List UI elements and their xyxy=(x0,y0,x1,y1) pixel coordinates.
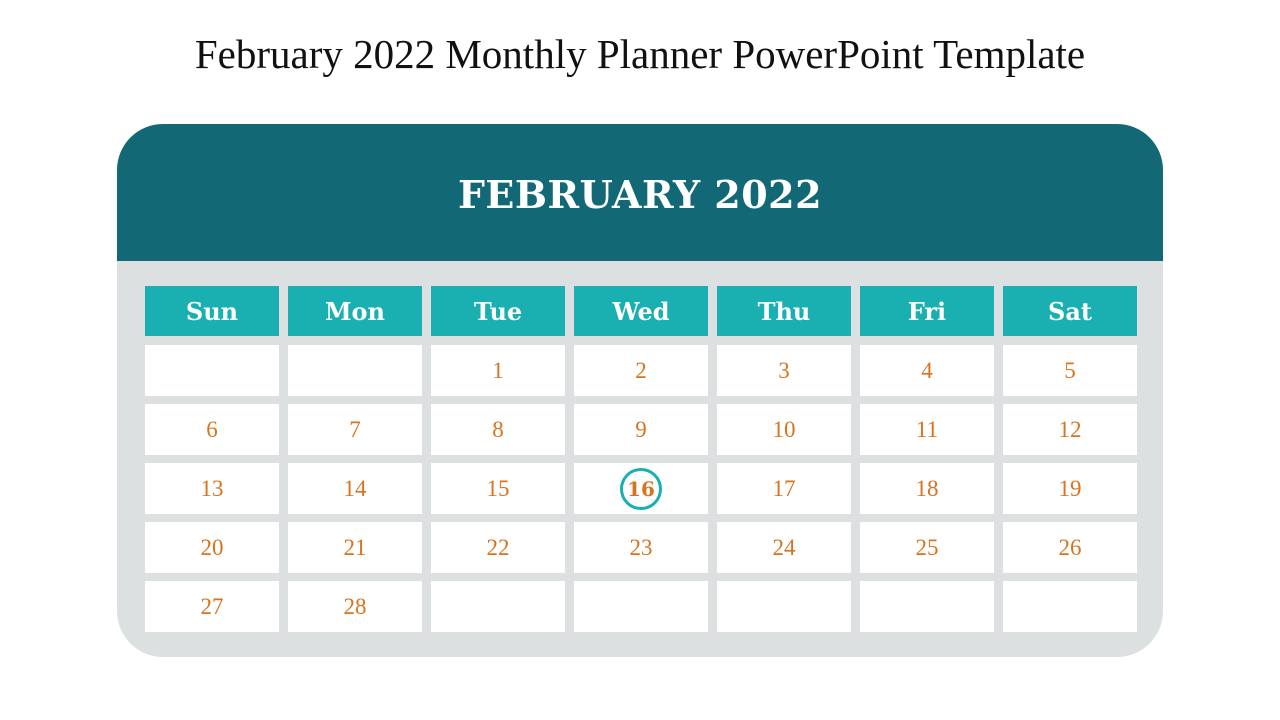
day-cell-5[interactable]: 5 xyxy=(1003,345,1137,396)
day-number: 10 xyxy=(772,416,796,442)
empty-day-cell xyxy=(860,581,994,632)
day-cell-4[interactable]: 4 xyxy=(860,345,994,396)
day-number: 5 xyxy=(1064,357,1076,383)
day-number: 18 xyxy=(915,475,939,501)
day-cell-23[interactable]: 23 xyxy=(574,522,708,573)
day-cell-10[interactable]: 10 xyxy=(717,404,851,455)
day-cell-24[interactable]: 24 xyxy=(717,522,851,573)
day-number: 27 xyxy=(200,593,224,619)
calendar-header: FEBRUARY 2022 xyxy=(117,124,1163,261)
day-cell-12[interactable]: 12 xyxy=(1003,404,1137,455)
day-number: 8 xyxy=(492,416,504,442)
empty-day-cell xyxy=(288,345,422,396)
day-cell-27[interactable]: 27 xyxy=(145,581,279,632)
weekday-header-fri: Fri xyxy=(860,286,994,336)
page-title: February 2022 Monthly Planner PowerPoint… xyxy=(194,31,1086,77)
day-cell-2[interactable]: 2 xyxy=(574,345,708,396)
day-cell-1[interactable]: 1 xyxy=(431,345,565,396)
calendar-panel: FEBRUARY 2022 Sun Mon Tue Wed Thu Fri Sat 1 2 3 4 5… xyxy=(117,124,1163,657)
empty-day-cell xyxy=(431,581,565,632)
day-number: 6 xyxy=(206,416,218,442)
empty-day-cell xyxy=(574,581,708,632)
day-cell-11[interactable]: 11 xyxy=(860,404,994,455)
day-number: 3 xyxy=(778,357,790,383)
day-number: 25 xyxy=(915,534,939,560)
day-number: 23 xyxy=(629,534,653,560)
day-cell-18[interactable]: 18 xyxy=(860,463,994,514)
day-number: 20 xyxy=(200,534,224,560)
day-number: 7 xyxy=(349,416,361,442)
day-cell-14[interactable]: 14 xyxy=(288,463,422,514)
day-number: 26 xyxy=(1058,534,1082,560)
weekday-header-tue: Tue xyxy=(431,286,565,336)
day-cell-13[interactable]: 13 xyxy=(145,463,279,514)
day-cell-15[interactable]: 15 xyxy=(431,463,565,514)
day-number: 12 xyxy=(1058,416,1082,442)
weekday-header-sat: Sat xyxy=(1003,286,1137,336)
day-number: 1 xyxy=(492,357,504,383)
day-number: 4 xyxy=(921,357,933,383)
day-cell-21[interactable]: 21 xyxy=(288,522,422,573)
weekday-header-wed: Wed xyxy=(574,286,708,336)
empty-day-cell xyxy=(145,345,279,396)
day-cell-26[interactable]: 26 xyxy=(1003,522,1137,573)
day-cell-20[interactable]: 20 xyxy=(145,522,279,573)
day-cell-8[interactable]: 8 xyxy=(431,404,565,455)
month-title: FEBRUARY 2022 xyxy=(457,172,823,217)
day-number: 9 xyxy=(635,416,647,442)
day-cell-9[interactable]: 9 xyxy=(574,404,708,455)
day-number: 15 xyxy=(486,475,510,501)
day-cell-28[interactable]: 28 xyxy=(288,581,422,632)
day-cell-22[interactable]: 22 xyxy=(431,522,565,573)
day-number: 24 xyxy=(772,534,796,560)
day-cell-25[interactable]: 25 xyxy=(860,522,994,573)
day-cell-17[interactable]: 17 xyxy=(717,463,851,514)
day-cell-19[interactable]: 19 xyxy=(1003,463,1137,514)
weekday-header-thu: Thu xyxy=(717,286,851,336)
day-cell-7[interactable]: 7 xyxy=(288,404,422,455)
day-number: 17 xyxy=(772,475,796,501)
day-number: 22 xyxy=(486,534,510,560)
day-cell-16-highlighted[interactable]: 16 xyxy=(574,463,708,514)
day-number: 14 xyxy=(343,475,367,501)
day-cell-3[interactable]: 3 xyxy=(717,345,851,396)
weekday-header-mon: Mon xyxy=(288,286,422,336)
day-number: 21 xyxy=(343,534,367,560)
day-cell-6[interactable]: 6 xyxy=(145,404,279,455)
day-number: 13 xyxy=(200,475,224,501)
day-number: 19 xyxy=(1058,475,1082,501)
day-number: 2 xyxy=(635,357,647,383)
day-number: 28 xyxy=(343,593,367,619)
day-number: 16 xyxy=(620,467,662,510)
day-number: 11 xyxy=(915,416,939,442)
weekday-header-sun: Sun xyxy=(145,286,279,336)
empty-day-cell xyxy=(1003,581,1137,632)
empty-day-cell xyxy=(717,581,851,632)
